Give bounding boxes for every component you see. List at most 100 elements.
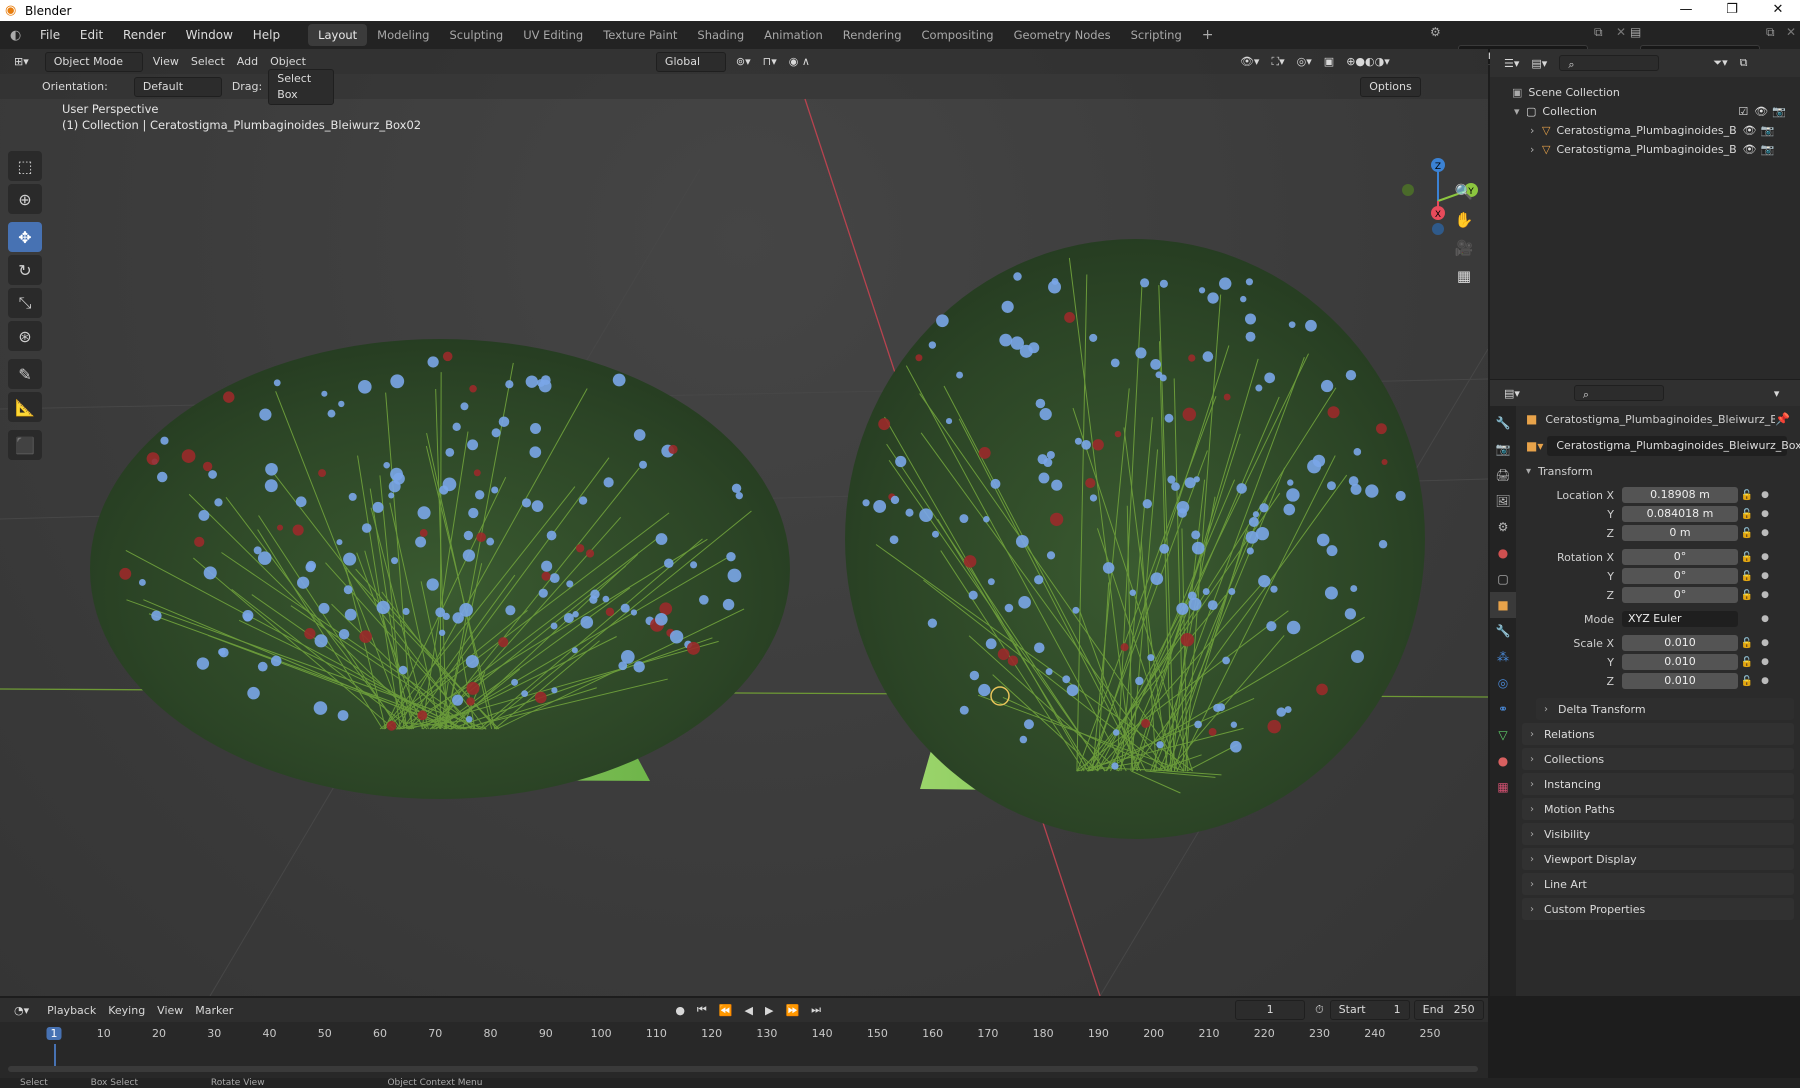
keyframe-dot-icon[interactable]: ● — [1756, 614, 1774, 624]
particles-tab-icon[interactable]: ⁂ — [1490, 644, 1516, 670]
outliner-object-row[interactable]: › ▽ Ceratostigma_Plumbaginoides_Bleiv 👁 … — [1490, 121, 1800, 140]
tab-scripting[interactable]: Scripting — [1121, 24, 1192, 46]
proportional-edit-icon[interactable]: ◉ ∧ — [783, 55, 816, 68]
scale-tool-icon[interactable]: ⤡ — [8, 288, 42, 318]
expand-chevron-icon[interactable]: ▾ — [1514, 105, 1526, 118]
tab-sculpting[interactable]: Sculpting — [439, 24, 513, 46]
transform-panel-header[interactable]: ▾ Transform — [1516, 460, 1800, 482]
lock-icon[interactable]: 🔓 — [1738, 571, 1756, 582]
tab-texture-paint[interactable]: Texture Paint — [593, 24, 687, 46]
current-frame-field[interactable]: 1 — [1235, 1000, 1306, 1020]
start-frame-field[interactable]: Start 1 — [1329, 1000, 1410, 1020]
custom-properties-panel[interactable]: › Custom Properties — [1522, 898, 1794, 920]
restore-icon[interactable]: ❐ — [1709, 0, 1755, 21]
location-y-field[interactable]: 0.084018 m — [1622, 506, 1738, 522]
transform-tool-icon[interactable]: ⊛ — [8, 321, 42, 351]
constraints-tab-icon[interactable]: ⚭ — [1490, 696, 1516, 722]
tab-layout[interactable]: Layout — [308, 24, 368, 46]
delta-transform-panel[interactable]: › Delta Transform — [1536, 698, 1794, 720]
viewlayer-icon[interactable]: ▤ — [1630, 25, 1641, 39]
expand-chevron-icon[interactable]: › — [1530, 124, 1542, 137]
eye-icon[interactable]: 👁 — [1754, 105, 1768, 118]
pivot-point-icon[interactable]: ⊚▾ — [730, 55, 757, 68]
viewport-menu-view[interactable]: View — [147, 55, 185, 68]
minimize-icon[interactable]: — — [1663, 0, 1709, 21]
visibility-panel[interactable]: › Visibility — [1522, 823, 1794, 845]
prev-keyframe-icon[interactable]: ⏪ — [713, 1004, 739, 1017]
object-datablock-icon[interactable]: ■▾ — [1526, 439, 1543, 453]
collections-panel[interactable]: › Collections — [1522, 748, 1794, 770]
tab-uv-editing[interactable]: UV Editing — [513, 24, 593, 46]
frame-ruler[interactable]: 1 10 20 30 40 50 60 70 80 90 100 110 120 130 140 150 160… — [0, 1024, 1488, 1068]
keyframe-dot-icon[interactable]: ● — [1756, 657, 1774, 667]
options-dropdown[interactable]: Options — [1360, 76, 1421, 97]
scale-z-field[interactable]: 0.010 — [1622, 673, 1738, 689]
rotation-y-field[interactable]: 0° — [1622, 568, 1738, 584]
render-camera-icon[interactable]: 📷 — [1760, 124, 1774, 137]
menu-edit[interactable]: Edit — [72, 28, 111, 42]
new-viewlayer-icon[interactable]: ⧉ — [1766, 25, 1775, 40]
properties-options-icon[interactable]: ▾ — [1768, 387, 1786, 400]
3d-viewport[interactable]: ⊞▾ Object Mode View Select Add Object Gl… — [0, 49, 1488, 996]
tab-rendering[interactable]: Rendering — [833, 24, 912, 46]
lock-icon[interactable]: 🔓 — [1738, 638, 1756, 649]
next-keyframe-icon[interactable]: ⏩ — [779, 1004, 805, 1017]
keyframe-dot-icon[interactable]: ● — [1756, 528, 1774, 538]
move-tool-icon[interactable]: ✥ — [8, 222, 42, 252]
editor-type-icon[interactable]: ⊞▾ — [8, 55, 35, 68]
keyframe-dot-icon[interactable]: ● — [1756, 571, 1774, 581]
keyframe-dot-icon[interactable]: ● — [1756, 676, 1774, 686]
measure-tool-icon[interactable]: 📐 — [8, 392, 42, 422]
relations-panel[interactable]: › Relations — [1522, 723, 1794, 745]
lock-icon[interactable]: 🔓 — [1738, 528, 1756, 539]
camera-view-icon[interactable]: 🎥 — [1450, 235, 1478, 261]
viewport-menu-select[interactable]: Select — [185, 55, 231, 68]
playhead[interactable] — [54, 1044, 56, 1068]
pan-hand-icon[interactable]: ✋ — [1450, 207, 1478, 233]
select-box-tool-icon[interactable]: ⬚ — [8, 151, 42, 181]
tab-modeling[interactable]: Modeling — [367, 24, 439, 46]
marker-menu[interactable]: Marker — [189, 1004, 239, 1017]
tab-compositing[interactable]: Compositing — [912, 24, 1004, 46]
lock-icon[interactable]: 🔓 — [1738, 657, 1756, 668]
annotate-tool-icon[interactable]: ✎ — [8, 359, 42, 389]
world-tab-icon[interactable]: ● — [1490, 540, 1516, 566]
expand-chevron-icon[interactable]: › — [1530, 143, 1542, 156]
location-x-field[interactable]: 0.18908 m — [1622, 487, 1738, 503]
pin-icon[interactable]: 📌 — [1775, 412, 1790, 426]
overlays-icon[interactable]: ◎▾ — [1291, 55, 1318, 68]
display-mode-icon[interactable]: ▤▾ — [1525, 57, 1553, 70]
motion-paths-panel[interactable]: › Motion Paths — [1522, 798, 1794, 820]
drag-dropdown[interactable]: Select Box — [268, 68, 335, 105]
modifier-tab-icon[interactable]: 🔧 — [1490, 618, 1516, 644]
outliner-editor-icon[interactable]: ☰▾ — [1498, 57, 1525, 70]
timeline-editor-icon[interactable]: ◔▾ — [8, 1004, 35, 1017]
viewport-menu-add[interactable]: Add — [231, 55, 264, 68]
physics-tab-icon[interactable]: ◎ — [1490, 670, 1516, 696]
rotate-tool-icon[interactable]: ↻ — [8, 255, 42, 285]
remove-scene-icon[interactable]: ✕ — [1616, 25, 1626, 39]
texture-tab-icon[interactable]: ▦ — [1490, 774, 1516, 800]
lock-icon[interactable]: 🔓 — [1738, 509, 1756, 520]
rotation-z-field[interactable]: 0° — [1622, 587, 1738, 603]
snap-icon[interactable]: ⊓▾ — [757, 55, 783, 68]
add-cube-tool-icon[interactable]: ⬛ — [8, 430, 42, 460]
object-tab-icon[interactable]: ■ — [1490, 592, 1516, 618]
end-frame-field[interactable]: End 250 — [1413, 1000, 1484, 1020]
exclude-checkbox-icon[interactable]: ☑ — [1738, 105, 1748, 118]
play-reverse-icon[interactable]: ◀ — [739, 1004, 759, 1017]
menu-render[interactable]: Render — [115, 28, 174, 42]
keyframe-dot-icon[interactable]: ● — [1756, 590, 1774, 600]
scale-y-field[interactable]: 0.010 — [1622, 654, 1738, 670]
render-camera-icon[interactable]: 📷 — [1760, 143, 1774, 156]
keyframe-dot-icon[interactable]: ● — [1756, 638, 1774, 648]
material-tab-icon[interactable]: ● — [1490, 748, 1516, 774]
tab-geometry-nodes[interactable]: Geometry Nodes — [1004, 24, 1121, 46]
zoom-icon[interactable]: 🔍 — [1450, 179, 1478, 205]
lock-icon[interactable]: 🔓 — [1738, 590, 1756, 601]
instancing-panel[interactable]: › Instancing — [1522, 773, 1794, 795]
record-icon[interactable]: ● — [669, 1004, 691, 1017]
cursor-tool-icon[interactable]: ⊕ — [8, 184, 42, 214]
tab-shading[interactable]: Shading — [687, 24, 754, 46]
ortho-grid-icon[interactable]: ▦ — [1450, 263, 1478, 289]
